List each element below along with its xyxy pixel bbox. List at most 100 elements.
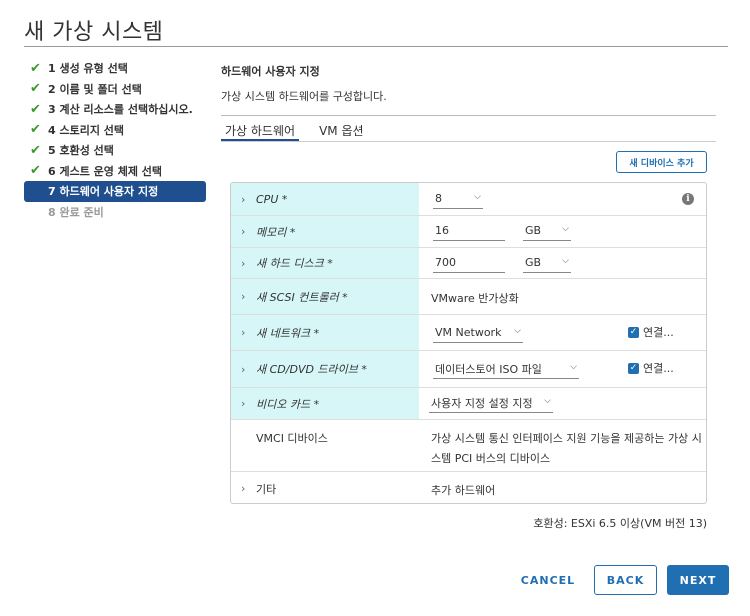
cpu-select[interactable]: 8 ⌵ [433, 189, 483, 209]
step-1[interactable]: ✔ 1 생성 유형 선택 [24, 58, 206, 79]
step-4[interactable]: ✔ 4 스토리지 선택 [24, 120, 206, 141]
check-icon: ✔ [30, 81, 41, 97]
video-select[interactable]: 사용자 지정 설정 지정 ⌵ [429, 393, 553, 413]
step-label: 8 완료 준비 [48, 205, 104, 219]
cddvd-expander[interactable]: › 새 CD/DVD 드라이브 * [231, 351, 419, 387]
cpu-value: 8 [435, 192, 442, 205]
disk-size-input[interactable]: 700 [433, 253, 505, 273]
checkbox-checked-icon: ✓ [628, 362, 639, 374]
back-button[interactable]: BACK [594, 565, 657, 595]
chevron-right-icon: › [241, 192, 246, 206]
row-other: › 기타 추가 하드웨어 [231, 472, 706, 503]
chevron-right-icon: › [241, 256, 246, 270]
step-label: 4 스토리지 선택 [48, 123, 125, 137]
chevron-down-icon: ⌵ [474, 192, 481, 202]
chevron-right-icon: › [241, 362, 246, 376]
wizard-steps: ✔ 1 생성 유형 선택 ✔ 2 이름 및 폴더 선택 ✔ 3 계산 리소스를 … [24, 58, 206, 222]
window-title: 새 가상 시스템 [24, 20, 164, 45]
row-label: VMCI 디바이스 [256, 432, 328, 445]
memory-unit-select[interactable]: GB ⌵ [523, 221, 571, 241]
vmci-description-line2: 스템 PCI 버스의 디바이스 [431, 452, 551, 465]
disk-expander[interactable]: › 새 하드 디스크 * [231, 248, 419, 278]
chevron-down-icon: ⌵ [570, 362, 577, 372]
cddvd-connect-checkbox[interactable]: ✓ 연결... [628, 360, 674, 376]
other-value: 추가 하드웨어 [431, 484, 496, 497]
other-expander[interactable]: › 기타 [231, 472, 419, 503]
cancel-button[interactable]: CANCEL [516, 566, 580, 594]
chevron-right-icon: › [241, 290, 246, 303]
checkbox-label: 연결... [643, 362, 674, 375]
chevron-right-icon: › [241, 225, 246, 238]
checkbox-checked-icon: ✓ [628, 326, 639, 338]
row-scsi: › 새 SCSI 컨트롤러 * VMware 반가상화 [231, 279, 706, 315]
chevron-down-icon: ⌵ [544, 396, 551, 406]
cddvd-value: 데이터스토어 ISO 파일 [435, 362, 542, 376]
step-6[interactable]: ✔ 6 게스트 운영 체제 선택 [24, 161, 206, 182]
video-expander[interactable]: › 비디오 카드 * [231, 388, 419, 419]
check-icon: ✔ [30, 60, 41, 76]
network-expander[interactable]: › 새 네트워크 * [231, 315, 419, 350]
network-select[interactable]: VM Network ⌵ [433, 323, 523, 343]
row-label: 새 하드 디스크 * [256, 257, 333, 270]
row-label: 비디오 카드 * [256, 397, 320, 411]
step-2[interactable]: ✔ 2 이름 및 폴더 선택 [24, 79, 206, 100]
vmci-description-line1: 가상 시스템 통신 인터페이스 지원 기능을 제공하는 가상 시 [431, 432, 702, 445]
row-network: › 새 네트워크 * VM Network ⌵ ✓ 연결... [231, 315, 706, 351]
row-label: CPU * [256, 192, 288, 206]
row-cpu: › CPU * 8 ⌵ i [231, 183, 706, 216]
add-new-device-button[interactable]: 새 디바이스 추가 [616, 151, 707, 173]
section-description: 가상 시스템 하드웨어를 구성합니다. [221, 90, 387, 103]
check-icon: ✔ [30, 101, 41, 117]
scsi-value: VMware 반가상화 [431, 292, 519, 305]
chevron-down-icon: ⌵ [514, 326, 521, 336]
cddvd-select[interactable]: 데이터스토어 ISO 파일 ⌵ [433, 359, 579, 379]
row-label: 새 SCSI 컨트롤러 * [256, 290, 348, 304]
step-7[interactable]: 7 하드웨어 사용자 지정 [24, 181, 206, 202]
network-connect-checkbox[interactable]: ✓ 연결... [628, 324, 674, 340]
tab-divider [221, 141, 716, 142]
info-icon[interactable]: i [682, 193, 694, 205]
step-label: 2 이름 및 폴더 선택 [48, 82, 142, 96]
row-hard-disk: › 새 하드 디스크 * 700 GB ⌵ [231, 248, 706, 279]
row-label: 새 CD/DVD 드라이브 * [256, 363, 367, 376]
chevron-down-icon: ⌵ [562, 256, 569, 266]
cpu-expander[interactable]: › CPU * [231, 183, 419, 215]
network-value: VM Network [435, 326, 502, 339]
row-label: 기타 [256, 482, 277, 496]
scsi-expander[interactable]: › 새 SCSI 컨트롤러 * [231, 279, 419, 314]
step-label: 1 생성 유형 선택 [48, 62, 128, 76]
vmci-label-cell: VMCI 디바이스 [231, 420, 419, 471]
section-divider [221, 115, 716, 116]
check-icon: ✔ [30, 122, 41, 138]
tab-virtual-hardware[interactable]: 가상 하드웨어 [221, 118, 300, 142]
step-3[interactable]: ✔ 3 계산 리소스를 선택하십시오. [24, 99, 206, 120]
row-vmci: VMCI 디바이스 가상 시스템 통신 인터페이스 지원 기능을 제공하는 가상… [231, 420, 706, 472]
checkbox-label: 연결... [643, 326, 674, 339]
check-icon: ✔ [30, 163, 41, 179]
section-header: 하드웨어 사용자 지정 가상 시스템 하드웨어를 구성합니다. [221, 58, 716, 116]
memory-expander[interactable]: › 메모리 * [231, 216, 419, 247]
memory-input[interactable]: 16 [433, 221, 505, 241]
section-title: 하드웨어 사용자 지정 [221, 65, 320, 78]
chevron-right-icon: › [241, 326, 246, 339]
tab-bar: 가상 하드웨어 VM 옵션 [221, 118, 384, 142]
row-memory: › 메모리 * 16 GB ⌵ [231, 216, 706, 248]
chevron-right-icon: › [241, 397, 246, 410]
step-label: 6 게스트 운영 체제 선택 [48, 164, 163, 178]
disk-unit-select[interactable]: GB ⌵ [523, 253, 571, 273]
tab-vm-options[interactable]: VM 옵션 [315, 118, 367, 142]
compatibility-text: 호환성: ESXi 6.5 이상(VM 버전 13) [533, 517, 707, 530]
step-label: 5 호환성 선택 [48, 144, 114, 158]
row-video-card: › 비디오 카드 * 사용자 지정 설정 지정 ⌵ [231, 388, 706, 420]
row-label: 메모리 * [256, 225, 296, 239]
step-label: 7 하드웨어 사용자 지정 [48, 185, 159, 199]
check-icon: ✔ [30, 142, 41, 158]
video-value: 사용자 지정 설정 지정 [431, 396, 533, 410]
step-5[interactable]: ✔ 5 호환성 선택 [24, 140, 206, 161]
disk-unit: GB [525, 256, 542, 269]
next-button[interactable]: NEXT [667, 565, 729, 595]
step-8: 8 완료 준비 [24, 202, 206, 223]
step-label: 3 계산 리소스를 선택하십시오. [48, 103, 193, 117]
row-cddvd: › 새 CD/DVD 드라이브 * 데이터스토어 ISO 파일 ⌵ ✓ 연결..… [231, 351, 706, 388]
memory-unit: GB [525, 224, 542, 237]
